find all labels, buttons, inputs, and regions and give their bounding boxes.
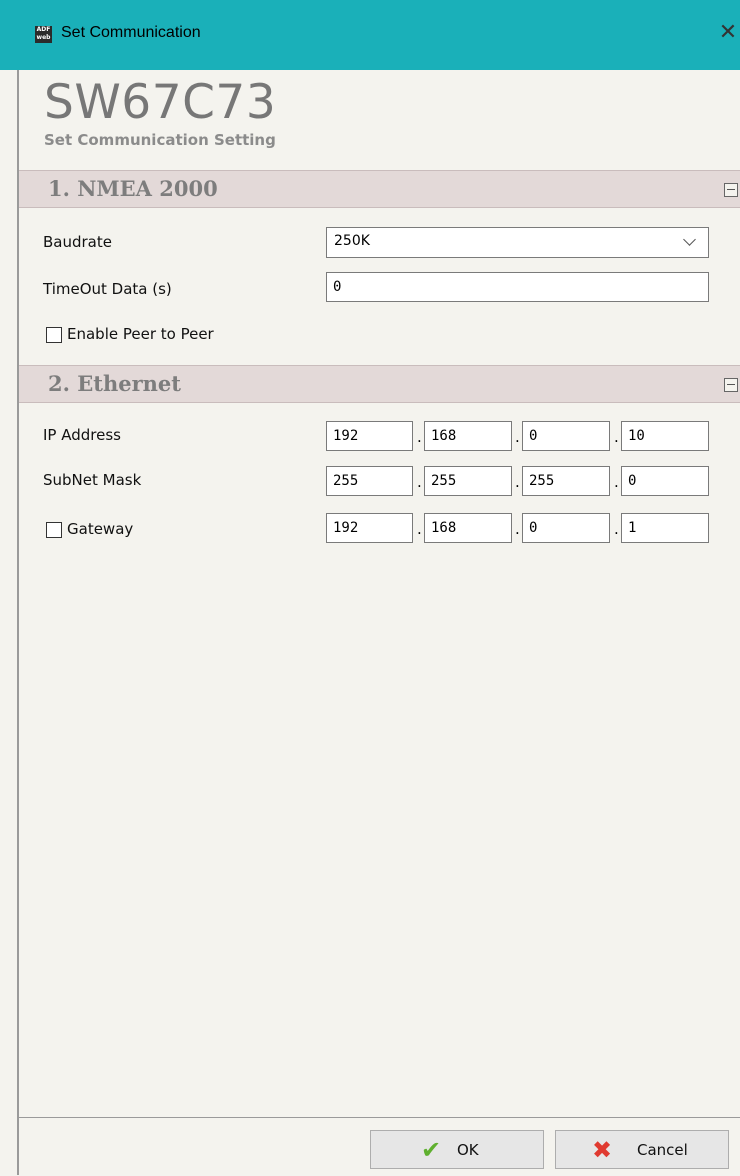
mask-octet-3[interactable]: 255 [522,466,610,496]
mask-octet-4[interactable]: 0 [621,466,709,496]
gateway-octet-4[interactable]: 1 [621,513,709,543]
ip-dot: . [614,428,619,446]
baudrate-value: 250K [334,233,370,249]
mask-dot: . [417,473,422,491]
ip-address-label: IP Address [43,426,121,444]
ip-dot: . [515,428,520,446]
enable-peer-label: Enable Peer to Peer [67,325,214,343]
gateway-octet-2[interactable]: 168 [424,513,512,543]
gateway-dot: . [417,520,422,538]
red-x-icon: ✖ [592,1136,613,1164]
baudrate-select[interactable]: 250K [326,227,709,258]
gateway-checkbox[interactable] [46,522,62,538]
app-icon-text-bottom: web [36,34,51,41]
page-title: SW67C73 [44,75,277,130]
ip-octet-3[interactable]: 0 [522,421,610,451]
section-ethernet-title: 2. Ethernet [48,371,181,396]
app-icon-text-top: ADF [36,26,51,33]
ip-dot: . [417,428,422,446]
ip-octet-1[interactable]: 192 [326,421,413,451]
mask-dot: . [515,473,520,491]
mask-octet-1[interactable]: 255 [326,466,413,496]
title-bar: ADF web Set Communication ✕ [0,0,740,70]
mask-octet-2[interactable]: 255 [424,466,512,496]
app-icon: ADF web [35,26,52,43]
page-subtitle: Set Communication Setting [44,131,276,149]
ok-label: OK [457,1141,479,1159]
section-nmea-title: 1. NMEA 2000 [48,176,218,201]
close-icon[interactable]: ✕ [716,20,740,46]
cancel-button[interactable]: ✖ Cancel [555,1130,729,1169]
timeout-input[interactable]: 0 [326,272,709,302]
ok-button[interactable]: ✔ OK [370,1130,544,1169]
ip-octet-4[interactable]: 10 [621,421,709,451]
collapse-ethernet-icon[interactable] [724,378,738,392]
gateway-dot: . [614,520,619,538]
mask-dot: . [614,473,619,491]
chevron-down-icon [683,233,696,246]
gateway-label: Gateway [67,520,134,538]
cancel-label: Cancel [637,1141,688,1159]
collapse-nmea-icon[interactable] [724,183,738,197]
gateway-dot: . [515,520,520,538]
subnet-mask-label: SubNet Mask [43,471,142,489]
timeout-label: TimeOut Data (s) [43,280,172,298]
enable-peer-checkbox[interactable] [46,327,62,343]
window-title: Set Communication [61,24,201,41]
check-icon: ✔ [421,1136,442,1164]
ip-octet-2[interactable]: 168 [424,421,512,451]
gateway-octet-1[interactable]: 192 [326,513,413,543]
gateway-octet-3[interactable]: 0 [522,513,610,543]
baudrate-label: Baudrate [43,233,112,251]
